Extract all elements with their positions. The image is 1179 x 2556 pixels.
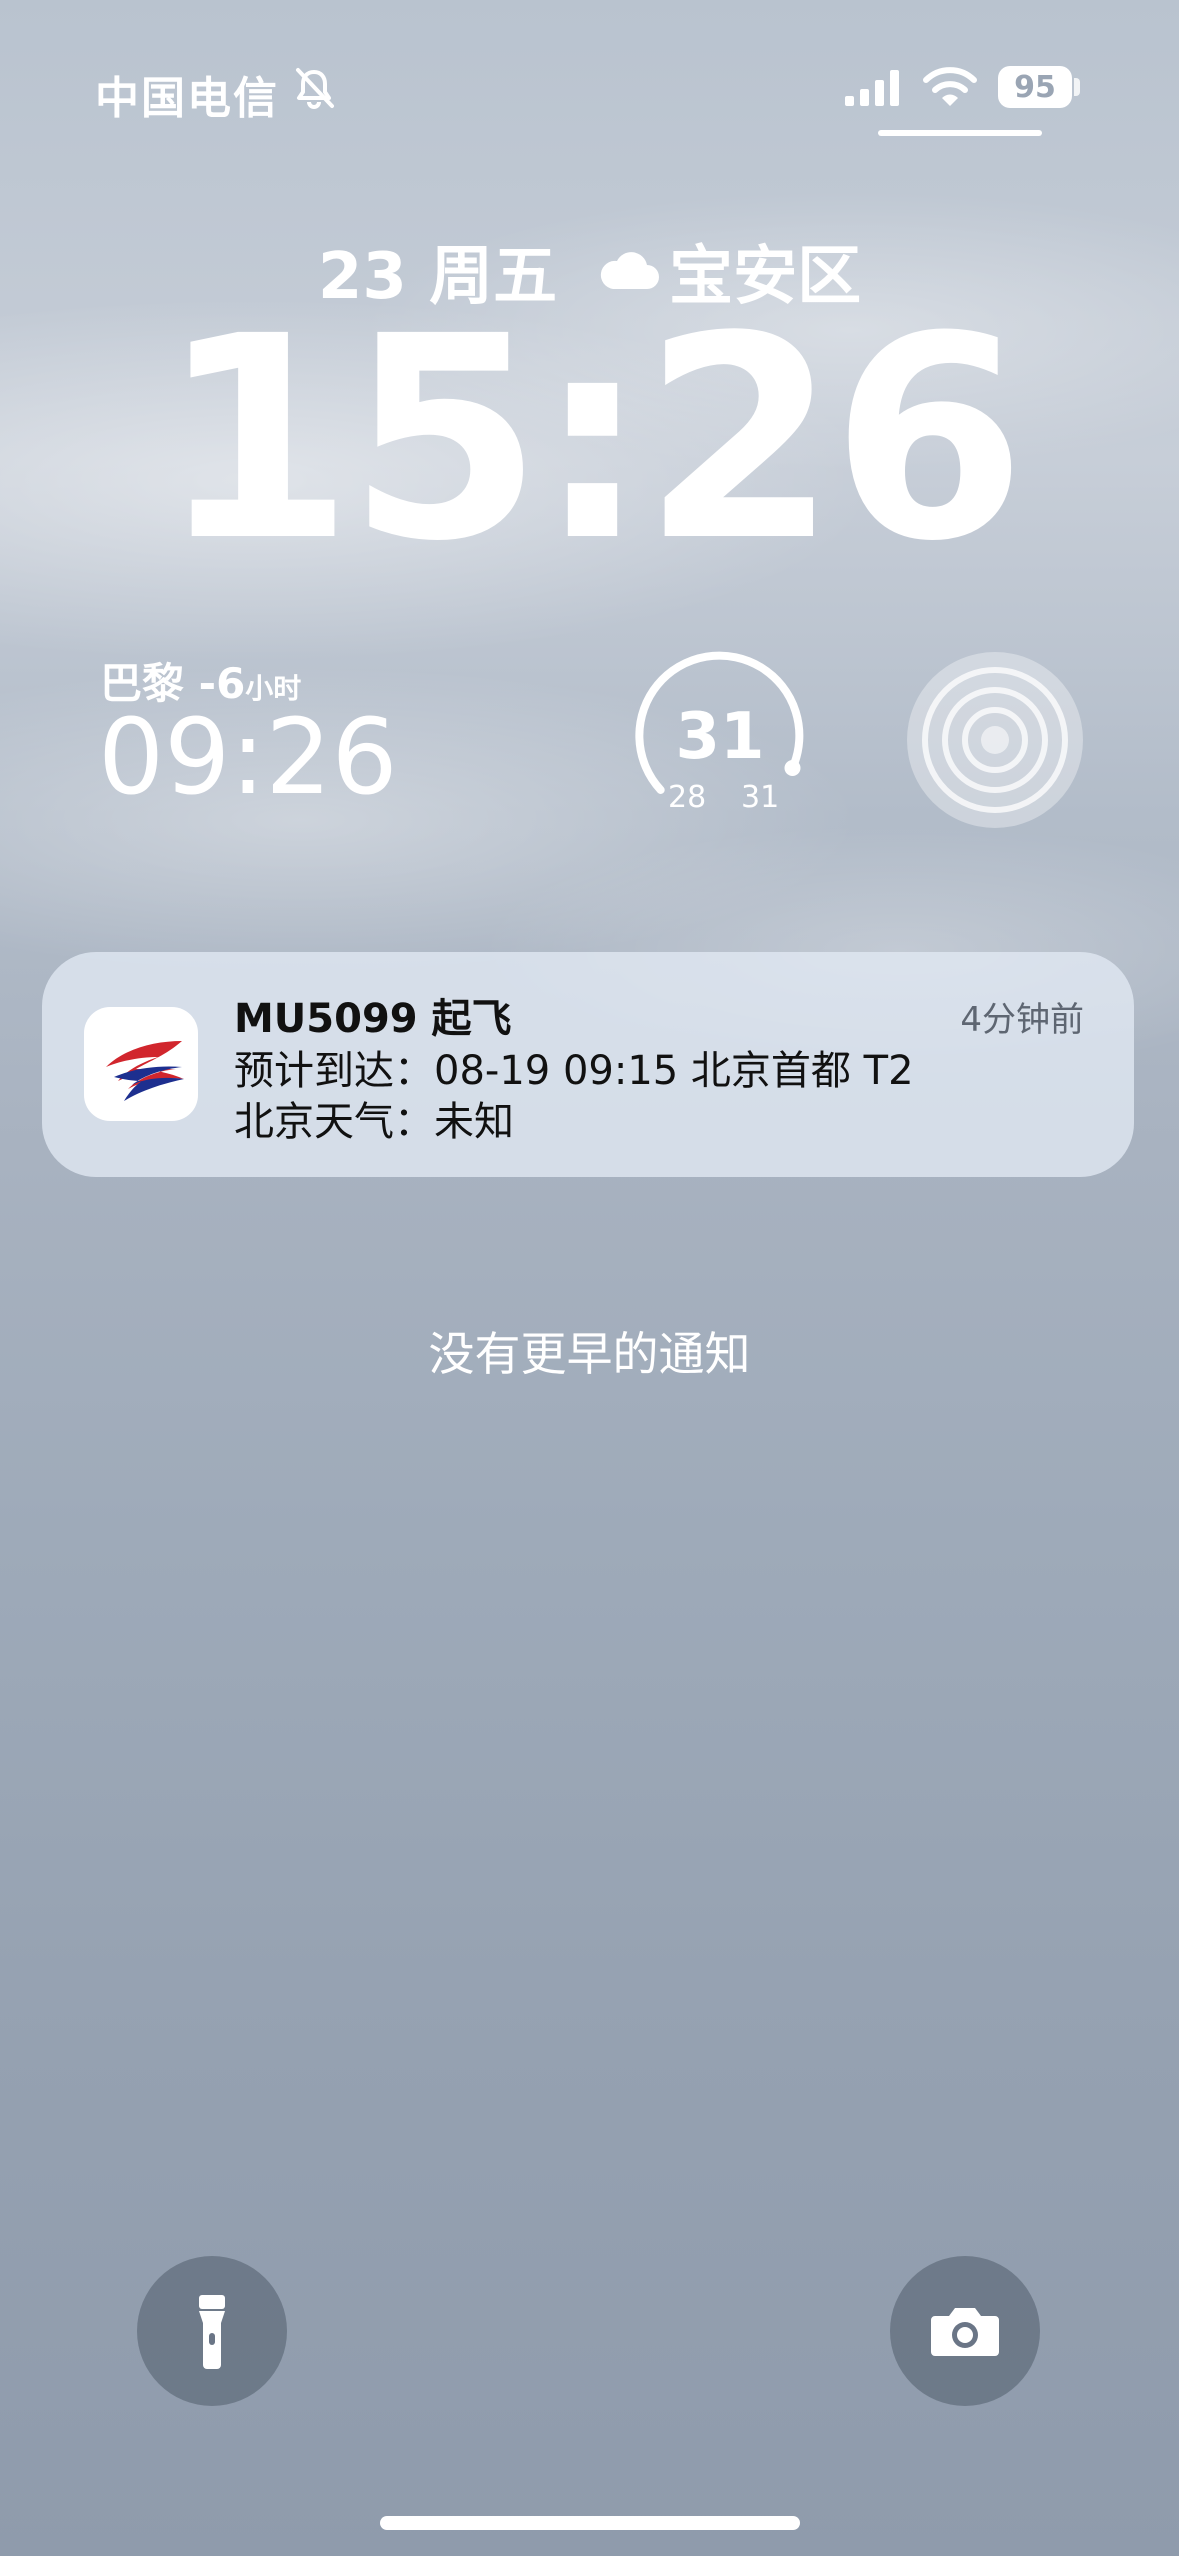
notification-time: 4分钟前 [960, 1000, 1084, 1040]
battery-level: 95 [1014, 69, 1056, 105]
camera-button[interactable] [890, 2256, 1040, 2406]
control-center-indicator[interactable] [878, 130, 1042, 136]
camera-icon [931, 2308, 999, 2356]
flashlight-button[interactable] [137, 2256, 287, 2406]
lock-clock: 15:26 [158, 277, 1026, 603]
no-older-notifications: 没有更早的通知 [428, 1327, 751, 1381]
temperature-high: 31 [741, 780, 780, 815]
wifi-icon [923, 67, 977, 106]
home-indicator[interactable] [380, 2516, 800, 2530]
battery-tip [1074, 78, 1080, 96]
battery-icon: 95 [998, 66, 1072, 108]
target-icon[interactable] [905, 650, 1085, 830]
world-clock-time[interactable]: 09:26 [98, 705, 398, 809]
notification-body-line-1: 预计到达：08-19 09:15 北京首都 T2 [234, 1048, 914, 1094]
bell-slash-icon [296, 68, 334, 109]
lock-screen: 中国电信 95 23 周五 宝安区 15:26 巴黎 -6小时 09:26 31… [0, 0, 1179, 2556]
temperature-current: 31 [675, 700, 765, 774]
flashlight-icon [199, 2295, 225, 2369]
temperature-low: 28 [668, 780, 707, 815]
cellular-signal-icon [845, 70, 899, 106]
notification-body-line-2: 北京天气：未知 [234, 1099, 514, 1145]
carrier-label: 中国电信 [95, 73, 279, 124]
